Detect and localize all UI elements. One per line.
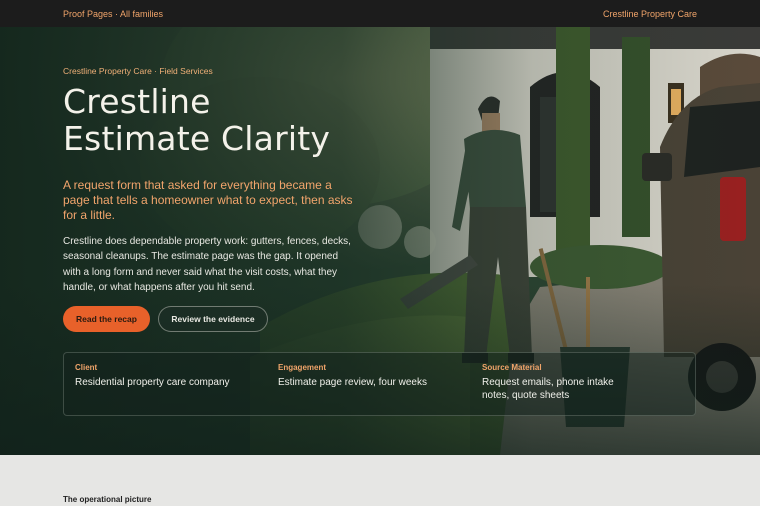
fact-label: Client (75, 363, 98, 372)
page-title-line-2: Estimate Clarity (63, 119, 331, 158)
fact-value: Estimate page review, four weeks (278, 377, 427, 388)
page-title-line-1: Crestline (63, 82, 211, 121)
section-title: The operational picture (63, 495, 152, 504)
operational-section: The operational picture (0, 455, 760, 506)
fact-value: Request emails, phone intake notes, quot… (482, 377, 614, 401)
read-recap-button[interactable]: Read the recap (63, 306, 150, 332)
hero: Crestline Property Care · Field Services… (0, 27, 760, 455)
fact-engagement: Engagement Estimate page review, four we… (278, 363, 468, 389)
page-title: Crestline Estimate Clarity (63, 83, 383, 157)
fact-source-material: Source Material Request emails, phone in… (482, 363, 632, 402)
fact-label: Engagement (278, 363, 327, 372)
fact-client: Client Residential property care company (75, 363, 265, 389)
brand-link[interactable]: Crestline Property Care (603, 9, 697, 19)
fact-value: Residential property care company (75, 377, 230, 388)
hero-lede: A request form that asked for everything… (63, 178, 353, 222)
all-families-link[interactable]: Proof Pages · All families (63, 9, 163, 19)
top-nav: Proof Pages · All families Crestline Pro… (0, 0, 760, 27)
project-facts-panel: Client Residential property care company… (63, 352, 696, 416)
review-evidence-button[interactable]: Review the evidence (158, 306, 268, 332)
hero-eyebrow: Crestline Property Care · Field Services (63, 66, 213, 76)
hero-body: Crestline does dependable property work:… (63, 236, 351, 293)
fact-label: Source Material (482, 363, 542, 372)
